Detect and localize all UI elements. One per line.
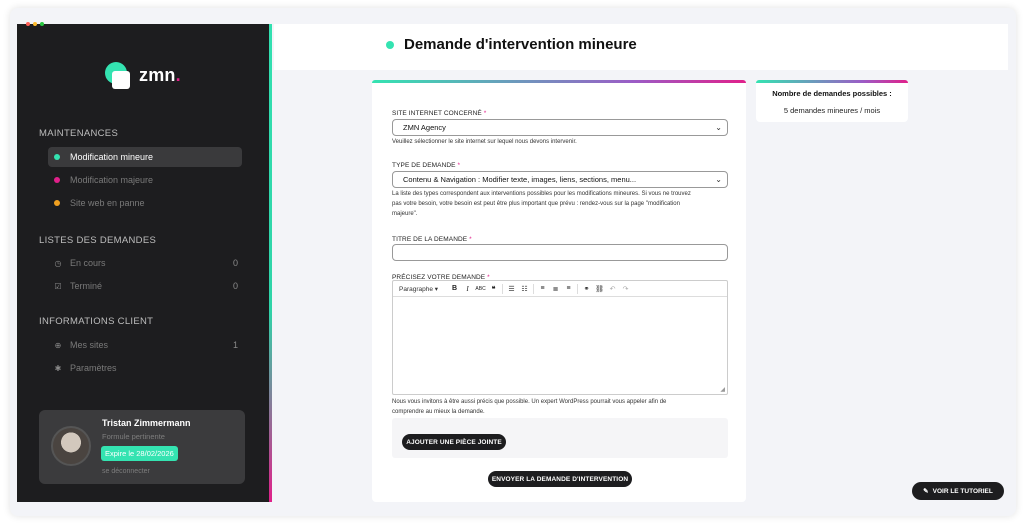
quote-icon[interactable]: ❝ — [487, 285, 500, 293]
section-title-informations: INFORMATIONS CLIENT — [39, 316, 154, 327]
expire-badge: Expire le 28/02/2026 — [101, 446, 178, 461]
chevron-down-icon: ⌄ — [715, 175, 722, 184]
site-select[interactable]: ZMN Agency ⌄ — [392, 119, 728, 136]
sidebar-item-modification-mineure[interactable]: Modification mineure — [48, 147, 242, 167]
logout-link[interactable]: se déconnecter — [102, 468, 150, 475]
section-title-listes: LISTES DES DEMANDES — [39, 235, 157, 246]
request-form: SITE INTERNET CONCERNÉ * ZMN Agency ⌄ Ve… — [372, 80, 746, 502]
gear-icon: ✱ — [54, 363, 62, 373]
pink-bullet-icon — [54, 177, 60, 183]
add-attachment-button[interactable]: AJOUTER UNE PIÈCE JOINTE — [402, 434, 506, 450]
site-label: SITE INTERNET CONCERNÉ * — [392, 110, 487, 117]
maximize-dot-icon[interactable] — [40, 22, 44, 26]
editor-toolbar: Paragraphe ▾ B I ABC ❝ ☰ ☷ ≡ ≣ ≡ ⚭ ⛓ ↶ ↷ — [393, 281, 727, 297]
title-dot-icon — [386, 41, 394, 49]
strikethrough-icon[interactable]: ABC — [474, 286, 487, 292]
sidebar: zmn. MAINTENANCES Modification mineure M… — [17, 24, 271, 502]
paragraph-dropdown[interactable]: Paragraphe ▾ — [399, 285, 438, 293]
type-help: La liste des types correspondent aux int… — [392, 191, 691, 217]
toolbar-separator — [502, 283, 504, 294]
sidebar-item-parametres[interactable]: ✱ Paramètres — [48, 358, 242, 378]
resize-handle-icon[interactable]: ◢ — [720, 386, 725, 393]
align-right-icon[interactable]: ≡ — [562, 285, 575, 292]
page-header: Demande d'intervention mineure — [274, 24, 1008, 70]
type-select[interactable]: Contenu & Navigation : Modifier texte, i… — [392, 171, 728, 188]
green-bullet-icon — [54, 154, 60, 160]
unlink-icon[interactable]: ⛓ — [593, 285, 606, 293]
title-input[interactable] — [392, 244, 728, 261]
clock-icon: ◷ — [54, 258, 62, 268]
close-dot-icon[interactable] — [26, 22, 30, 26]
sidebar-item-label: Modification majeure — [70, 175, 154, 185]
sidebar-item-label: En cours — [70, 258, 106, 268]
page-title: Demande d'intervention mineure — [404, 36, 637, 53]
logo-mark-icon — [105, 62, 131, 89]
window-controls — [26, 22, 44, 26]
submit-request-button[interactable]: ENVOYER LA DEMANDE D'INTERVENTION — [488, 471, 632, 487]
undo-icon[interactable]: ↶ — [606, 285, 619, 293]
sidebar-item-termine[interactable]: ☑ Terminé 0 — [48, 276, 242, 296]
sidebar-item-label: Mes sites — [70, 340, 109, 350]
sidebar-item-mes-sites[interactable]: ⊕ Mes sites 1 — [48, 335, 242, 355]
avatar — [51, 426, 91, 466]
sidebar-item-modification-majeure[interactable]: Modification majeure — [48, 170, 242, 190]
site-select-value: ZMN Agency — [403, 123, 446, 132]
link-icon[interactable]: ⚭ — [580, 285, 593, 293]
minimize-dot-icon[interactable] — [33, 22, 37, 26]
chevron-down-icon: ⌄ — [715, 123, 722, 132]
type-select-value: Contenu & Navigation : Modifier texte, i… — [403, 175, 637, 184]
sidebar-item-label: Modification mineure — [70, 152, 154, 162]
tutorial-label: VOIR LE TUTORIEL — [932, 487, 993, 495]
sidebar-item-label: Terminé — [70, 281, 103, 291]
count-badge: 1 — [232, 340, 238, 350]
sidebar-accent-border — [269, 24, 272, 502]
sidebar-item-label: Paramètres — [70, 363, 117, 373]
align-left-icon[interactable]: ≡ — [536, 285, 549, 292]
wand-icon: ✎ — [923, 488, 929, 495]
details-help: Nous vous invitons à être aussi précis q… — [392, 399, 667, 415]
rich-text-editor[interactable]: Paragraphe ▾ B I ABC ❝ ☰ ☷ ≡ ≣ ≡ ⚭ ⛓ ↶ ↷… — [392, 280, 728, 395]
quota-card: Nombre de demandes possibles : 5 demande… — [756, 80, 908, 122]
title-label: TITRE DE LA DEMANDE * — [392, 236, 472, 243]
user-name: Tristan Zimmermann — [102, 418, 191, 428]
count-badge: 0 — [232, 258, 238, 268]
toolbar-separator — [533, 283, 535, 294]
align-center-icon[interactable]: ≣ — [549, 285, 562, 293]
quota-value: 5 demandes mineures / mois — [783, 106, 881, 115]
type-label: TYPE DE DEMANDE * — [392, 162, 461, 169]
bold-icon[interactable]: B — [448, 285, 461, 292]
count-badge: 0 — [232, 281, 238, 291]
toolbar-separator — [577, 283, 579, 294]
brand-name: zmn — [139, 64, 176, 85]
sidebar-item-site-en-panne[interactable]: Site web en panne — [48, 193, 242, 213]
quota-title: Nombre de demandes possibles : — [772, 89, 892, 98]
globe-icon: ⊕ — [54, 340, 62, 350]
check-square-icon: ☑ — [54, 281, 62, 291]
app-window: zmn. MAINTENANCES Modification mineure M… — [10, 8, 1016, 516]
tutorial-button[interactable]: ✎ VOIR LE TUTORIEL — [912, 482, 1004, 500]
brand-dot: . — [175, 64, 181, 85]
card-accent-line — [372, 80, 746, 83]
brand-logo[interactable]: zmn. — [105, 62, 181, 89]
italic-icon[interactable]: I — [461, 285, 474, 293]
orange-bullet-icon — [54, 200, 60, 206]
user-card: Tristan Zimmermann Formule pertinente Ex… — [39, 410, 245, 484]
card-accent-line — [756, 80, 908, 83]
user-plan: Formule pertinente — [102, 432, 165, 441]
redo-icon[interactable]: ↷ — [619, 285, 632, 293]
site-help: Veuillez sélectionner le site internet s… — [392, 139, 577, 145]
section-title-maintenances: MAINTENANCES — [39, 128, 119, 139]
sidebar-item-en-cours[interactable]: ◷ En cours 0 — [48, 253, 242, 273]
sidebar-item-label: Site web en panne — [70, 198, 145, 208]
numbered-list-icon[interactable]: ☷ — [518, 285, 531, 293]
bullet-list-icon[interactable]: ☰ — [505, 285, 518, 293]
